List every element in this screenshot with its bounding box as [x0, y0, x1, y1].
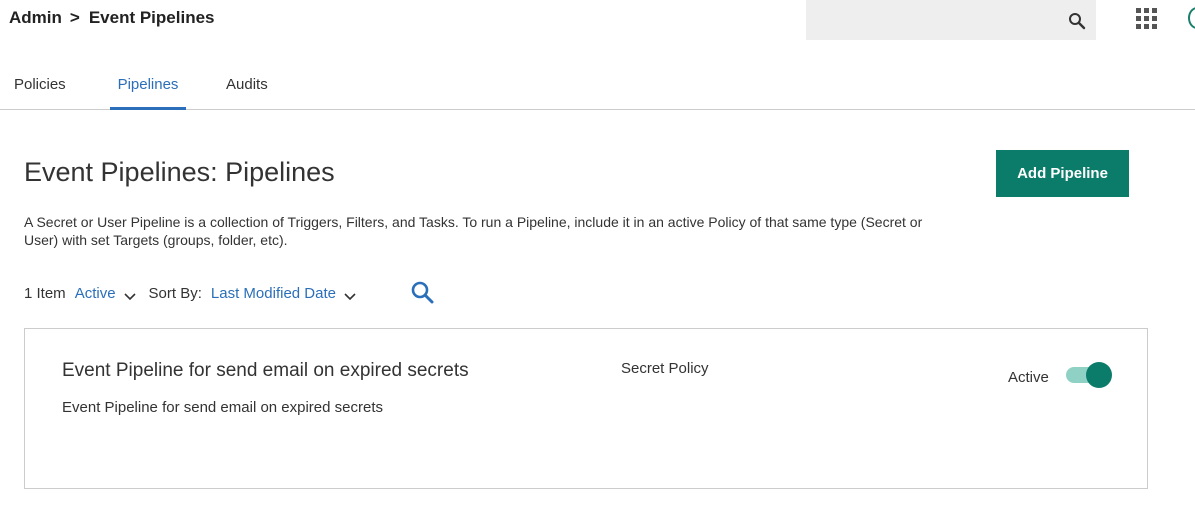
- tab-pipelines[interactable]: Pipelines: [110, 76, 186, 110]
- breadcrumb-separator: >: [69, 8, 80, 27]
- pipeline-type: Secret Policy: [621, 360, 709, 377]
- sort-dropdown[interactable]: Last Modified Date: [211, 285, 336, 302]
- filter-bar: 1 Item Active Sort By: Last Modified Dat…: [24, 283, 356, 303]
- chevron-down-icon[interactable]: [344, 288, 356, 301]
- apps-grid-icon[interactable]: [1136, 8, 1157, 29]
- breadcrumb-admin-link[interactable]: Admin: [9, 8, 62, 28]
- pipeline-status-label: Active: [1008, 369, 1049, 386]
- tab-policies[interactable]: Policies: [14, 76, 66, 93]
- user-avatar[interactable]: [1188, 7, 1195, 29]
- status-filter-dropdown[interactable]: Active: [75, 285, 116, 302]
- filter-search-icon[interactable]: [410, 280, 434, 304]
- page-description: A Secret or User Pipeline is a collectio…: [24, 214, 923, 248]
- add-pipeline-button[interactable]: Add Pipeline: [996, 150, 1129, 197]
- global-search-input[interactable]: [806, 0, 1096, 40]
- pipeline-name[interactable]: Event Pipeline for send email on expired…: [62, 360, 469, 382]
- breadcrumb-current: Event Pipelines: [88, 8, 215, 27]
- item-count: 1 Item: [24, 284, 66, 302]
- sort-by-label: Sort By:: [148, 284, 202, 302]
- tab-audits[interactable]: Audits: [226, 76, 268, 93]
- toggle-knob: [1086, 362, 1112, 388]
- pipeline-card[interactable]: Event Pipeline for send email on expired…: [24, 328, 1148, 489]
- top-bar: Admin > Event Pipelines: [0, 0, 1195, 40]
- tab-bar: Policies Pipelines Audits: [0, 68, 1195, 110]
- chevron-down-icon[interactable]: [123, 288, 136, 301]
- pipeline-active-toggle[interactable]: [1066, 362, 1112, 388]
- search-icon[interactable]: [1068, 12, 1086, 30]
- pipeline-description: Event Pipeline for send email on expired…: [62, 399, 384, 416]
- breadcrumb: Admin > Event Pipelines: [9, 8, 215, 28]
- page-title: Event Pipelines: Pipelines: [24, 157, 335, 187]
